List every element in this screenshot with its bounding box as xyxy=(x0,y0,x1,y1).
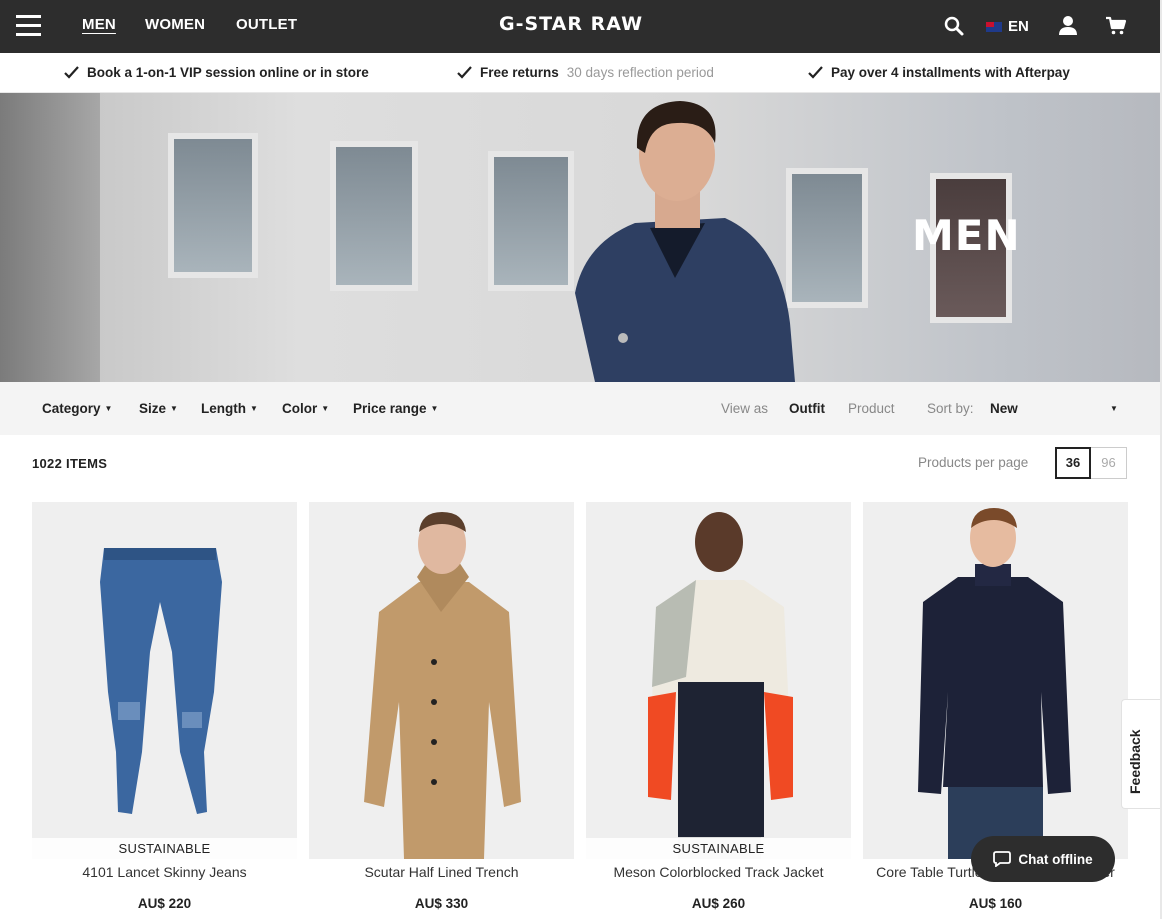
language-selector[interactable]: EN xyxy=(986,18,1029,35)
usp-vip-text: Book a 1-on-1 VIP session online or in s… xyxy=(87,65,369,80)
usp-afterpay-text: Pay over 4 installments with Afterpay xyxy=(831,65,1070,80)
top-navigation: MEN WOMEN OUTLET G-STAR RAW EN xyxy=(0,0,1162,53)
view-as-label: View as xyxy=(721,401,769,416)
caret-down-icon: ▼ xyxy=(250,404,258,413)
filter-color[interactable]: Color ▼ xyxy=(282,401,329,416)
product-name[interactable]: 4101 Lancet Skinny Jeans xyxy=(32,864,297,880)
caret-down-icon[interactable]: ▼ xyxy=(1110,404,1118,413)
chat-bubble-icon xyxy=(993,851,1012,867)
check-icon xyxy=(808,66,823,79)
usp-returns-text: Free returns xyxy=(480,65,559,80)
filter-category[interactable]: Category ▼ xyxy=(42,401,112,416)
hero-title: MEN xyxy=(912,211,1021,260)
chat-button[interactable]: Chat offline xyxy=(971,836,1115,882)
jeans-image xyxy=(100,548,222,814)
sustainable-badge: SUSTAINABLE xyxy=(586,838,851,859)
language-label: EN xyxy=(1008,18,1029,35)
hero-banner: MEN xyxy=(0,93,1160,382)
filter-label: Color xyxy=(282,401,318,416)
caret-down-icon: ▼ xyxy=(170,404,178,413)
check-icon xyxy=(457,66,472,79)
feedback-label: Feedback xyxy=(1127,729,1143,794)
filter-label: Size xyxy=(139,401,167,416)
usp-returns: Free returns 30 days reflection period xyxy=(457,65,714,80)
filter-label: Length xyxy=(201,401,246,416)
per-page-36-button[interactable]: 36 xyxy=(1055,447,1091,479)
per-page-label: Products per page xyxy=(918,455,1029,470)
turtleneck-image xyxy=(918,508,1071,859)
product-price: AU$ 330 xyxy=(414,896,469,911)
product-image[interactable] xyxy=(863,502,1128,859)
product-price: AU$ 260 xyxy=(691,896,746,911)
brand-logo[interactable]: G-STAR RAW xyxy=(499,13,643,35)
filter-label: Price range xyxy=(353,401,427,416)
sort-select[interactable]: New xyxy=(990,401,1120,416)
product-price: AU$ 160 xyxy=(968,896,1023,911)
usp-vip: Book a 1-on-1 VIP session online or in s… xyxy=(64,65,369,80)
chat-label: Chat offline xyxy=(1018,851,1093,867)
product-name[interactable]: Scutar Half Lined Trench xyxy=(309,864,574,880)
usp-returns-detail: 30 days reflection period xyxy=(566,65,714,80)
caret-down-icon: ▼ xyxy=(430,404,439,413)
product-card[interactable]: SUSTAINABLE Meson Colorblocked Track Jac… xyxy=(586,502,851,919)
trench-image xyxy=(364,512,521,859)
filter-price-range[interactable]: Price range ▼ xyxy=(353,401,438,416)
track-jacket-image xyxy=(648,512,793,859)
filter-label: Category xyxy=(42,401,101,416)
hero-model-image xyxy=(575,101,795,382)
user-icon[interactable] xyxy=(1057,15,1079,37)
product-card[interactable]: SUSTAINABLE 4101 Lancet Skinny Jeans AU$… xyxy=(32,502,297,919)
feedback-tab[interactable]: Feedback xyxy=(1121,699,1162,809)
nav-link-men[interactable]: MEN xyxy=(82,16,116,33)
cart-icon[interactable] xyxy=(1105,15,1127,37)
filter-size[interactable]: Size ▼ xyxy=(139,401,178,416)
view-outfit-toggle[interactable]: Outfit xyxy=(789,401,825,416)
check-icon xyxy=(64,66,79,79)
filter-bar: Category ▼ Size ▼ Length ▼ Color ▼ Price ran… xyxy=(0,382,1160,435)
product-image[interactable]: SUSTAINABLE xyxy=(586,502,851,859)
product-image[interactable]: SUSTAINABLE xyxy=(32,502,297,859)
menu-icon[interactable] xyxy=(16,15,41,36)
usp-bar: Book a 1-on-1 VIP session online or in s… xyxy=(0,53,1162,93)
hero-wall-shadow xyxy=(0,93,100,382)
search-icon[interactable] xyxy=(943,15,965,37)
hero-window xyxy=(168,133,258,278)
product-image[interactable] xyxy=(309,502,574,859)
sort-by-label: Sort by: xyxy=(927,401,974,416)
hero-window xyxy=(330,141,418,291)
caret-down-icon: ▼ xyxy=(321,404,330,413)
sustainable-badge: SUSTAINABLE xyxy=(32,838,297,859)
caret-down-icon: ▼ xyxy=(104,404,113,413)
view-product-toggle[interactable]: Product xyxy=(848,401,895,416)
product-name[interactable]: Meson Colorblocked Track Jacket xyxy=(586,864,851,880)
product-card[interactable]: Scutar Half Lined Trench AU$ 330 xyxy=(309,502,574,919)
per-page-96-button[interactable]: 96 xyxy=(1091,447,1127,479)
usp-afterpay: Pay over 4 installments with Afterpay xyxy=(808,65,1070,80)
product-price: AU$ 220 xyxy=(137,896,192,911)
flag-icon xyxy=(986,21,1002,32)
item-count: 1022 ITEMS xyxy=(32,456,108,471)
filter-length[interactable]: Length ▼ xyxy=(201,401,258,416)
nav-link-outlet[interactable]: OUTLET xyxy=(236,16,297,33)
nav-link-women[interactable]: WOMEN xyxy=(145,16,205,33)
